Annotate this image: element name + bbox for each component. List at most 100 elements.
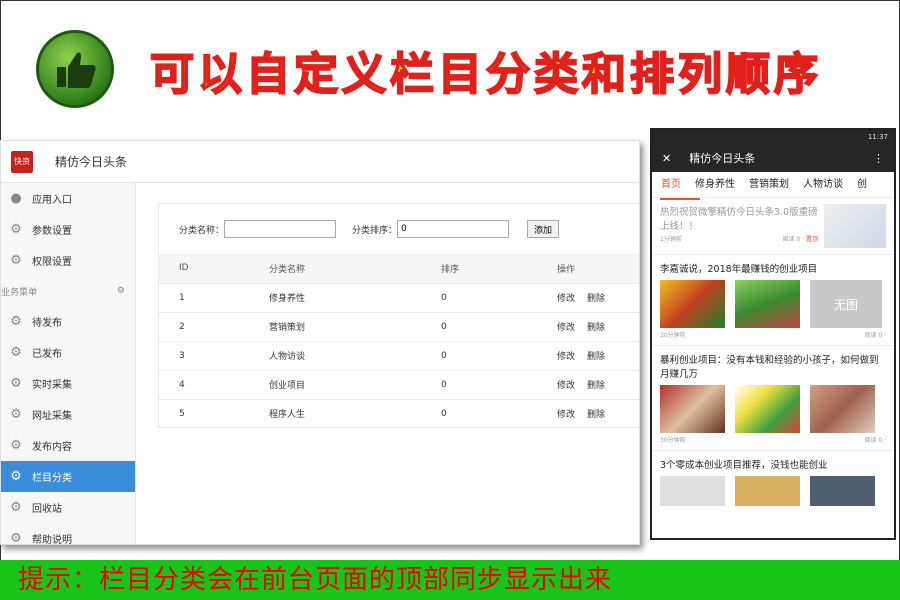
news-reads: 阅读 0 · [864,332,886,339]
table-header: ID 分类名称 排序 操作 [159,254,639,283]
thumbs-up-icon [36,30,114,108]
sidebar-item-url-collect[interactable]: ⚙ 网址采集 [1,399,135,430]
cell-id: 4 [159,369,269,399]
tab-yingxiao[interactable]: 营销策划 [740,172,794,198]
col-order: 排序 [441,254,557,283]
gear-icon: ⚙ [10,468,22,484]
delete-link[interactable]: 删除 [587,352,605,362]
news-title: 3个零成本创业项目推荐，没钱也能创业 [660,460,828,471]
news-image [735,280,800,328]
edit-link[interactable]: 修改 [557,323,575,333]
delete-link[interactable]: 删除 [587,323,605,333]
sidebar-item-app-entry[interactable]: ● 应用入口 [1,183,135,214]
cell-name: 人物访谈 [269,340,441,370]
cell-name: 修身养性 [269,282,441,312]
sidebar-item-label: 回收站 [32,504,62,515]
tab-renwu[interactable]: 人物访谈 [794,172,848,198]
gear-icon: ⚙ [10,437,22,453]
gear-icon: ⚙ [10,406,22,422]
admin-sidebar: ● 应用入口 ⚙ 参数设置 ⚙ 权限设置 业务菜单 ⚙ ⚙ 待发布 ⚙ 已发布 ⚙ 实时采集 … [1,183,136,544]
news-image [810,476,875,506]
edit-link[interactable]: 修改 [557,294,575,304]
table-row: 4 创业项目 0 修改 删除 [159,369,639,399]
news-image [810,385,875,433]
news-image [735,385,800,433]
cell-id: 5 [159,398,269,428]
sidebar-item-label: 已发布 [32,349,62,360]
news-time: 30分钟前 [660,332,686,339]
cell-id: 3 [159,340,269,370]
phone-title: 精仿今日头条 [689,152,756,165]
phone-preview: 11:37 ✕ 精仿今日头条 ⋮ 首页 修身养性 营销策划 人物访谈 创 热烈祝… [650,128,896,540]
page-headline: 可以自定义栏目分类和排列顺序 [149,48,822,101]
list-item[interactable]: 3个零成本创业项目推荐，没钱也能创业 [652,451,894,512]
sidebar-item-label: 实时采集 [32,380,72,391]
list-item[interactable]: 李嘉诚说，2018年最赚钱的创业项目 无图 30分钟前 阅读 0 · [652,255,894,346]
category-form: 分类名称： 分类排序： 添加 [159,204,639,254]
sidebar-item-label: 应用入口 [32,195,72,206]
news-image [660,385,725,433]
cell-order: 0 [441,340,557,370]
sidebar-item-label: 栏目分类 [32,473,72,484]
admin-title: 精仿今日头条 [55,155,128,169]
sidebar-item-params[interactable]: ⚙ 参数设置 [1,214,135,245]
sidebar-item-pending[interactable]: ⚙ 待发布 [1,306,135,337]
gear-icon: ⚙ [10,252,22,268]
sidebar-item-published[interactable]: ⚙ 已发布 [1,337,135,368]
add-button[interactable]: 添加 [527,220,560,238]
sidebar-item-help[interactable]: ⚙ 帮助说明 [1,523,135,544]
category-name-input[interactable] [224,220,337,238]
news-image [660,280,725,328]
edit-link[interactable]: 修改 [557,352,575,362]
edit-link[interactable]: 修改 [557,410,575,420]
sidebar-item-publish-content[interactable]: ⚙ 发布内容 [1,430,135,461]
sidebar-item-realtime[interactable]: ⚙ 实时采集 [1,368,135,399]
no-image-placeholder: 无图 [810,280,882,328]
col-name: 分类名称 [269,254,441,283]
table-row: 3 人物访谈 0 修改 删除 [159,340,639,370]
gear-icon: ⚙ [10,344,22,360]
sidebar-item-permissions[interactable]: ⚙ 权限设置 [1,245,135,276]
news-image [735,476,800,506]
close-icon[interactable]: ✕ [662,152,671,165]
tip-banner: 提示：栏目分类会在前台页面的顶部同步显示出来 [0,560,900,600]
more-icon[interactable]: ⋮ [873,152,884,165]
delete-link[interactable]: 删除 [587,381,605,391]
list-item[interactable]: 热烈祝贺微擎精仿今日头条3.0版重磅上线！！ 1分钟前 阅读 0 · 置顶 [652,198,894,255]
table-row: 5 程序人生 0 修改 删除 [159,398,639,428]
gear-icon: ⚙ [10,313,22,329]
tab-home[interactable]: 首页 [652,172,686,198]
category-order-input[interactable] [397,220,510,238]
category-panel: 分类名称： 分类排序： 添加 ID 分类名称 排序 操作 1修身养性0修改删除 … [158,203,639,428]
tab-xiushen[interactable]: 修身养性 [686,172,740,198]
sidebar-item-categories[interactable]: ⚙ 栏目分类 [1,461,135,492]
cell-name: 营销策划 [269,311,441,341]
sidebar-group-label: 业务菜单 [1,287,38,298]
category-table: ID 分类名称 排序 操作 1 修身养性 0 修改 删除 2 营销策划 0 修改 删除 3 人物访… [159,254,639,428]
col-actions: 操作 [557,254,639,283]
cell-id: 1 [159,282,269,312]
delete-link[interactable]: 删除 [587,410,605,420]
chat-icon: ● [10,190,22,206]
app-logo: 快资 [11,150,33,173]
tab-chuang[interactable]: 创 [848,172,872,198]
news-thumbnail [824,204,886,248]
news-title: 李嘉诚说，2018年最赚钱的创业项目 [660,264,818,275]
table-row: 2 营销策划 0 修改 删除 [159,311,639,341]
sidebar-item-label: 待发布 [32,318,62,329]
list-item[interactable]: 暴利创业项目：没有本钱和经验的小孩子，如何做到月赚几万 30分钟前 阅读 0 · [652,346,894,451]
edit-link[interactable]: 修改 [557,381,575,391]
cell-order: 0 [441,369,557,399]
news-reads: 阅读 0 · [782,236,805,243]
gear-icon[interactable]: ⚙ [117,286,125,296]
cell-order: 0 [441,282,557,312]
sidebar-item-recycle[interactable]: ⚙ 回收站 [1,492,135,523]
delete-link[interactable]: 删除 [587,294,605,304]
news-title: 热烈祝贺微擎精仿今日头条3.0版重磅上线！！ [660,207,818,232]
tab-underline [660,198,700,200]
table-row: 1 修身养性 0 修改 删除 [159,282,639,312]
gear-icon: ⚙ [10,221,22,237]
name-label: 分类名称： [179,225,225,236]
sidebar-item-label: 发布内容 [32,442,72,453]
news-tag: 置顶 [805,236,818,243]
